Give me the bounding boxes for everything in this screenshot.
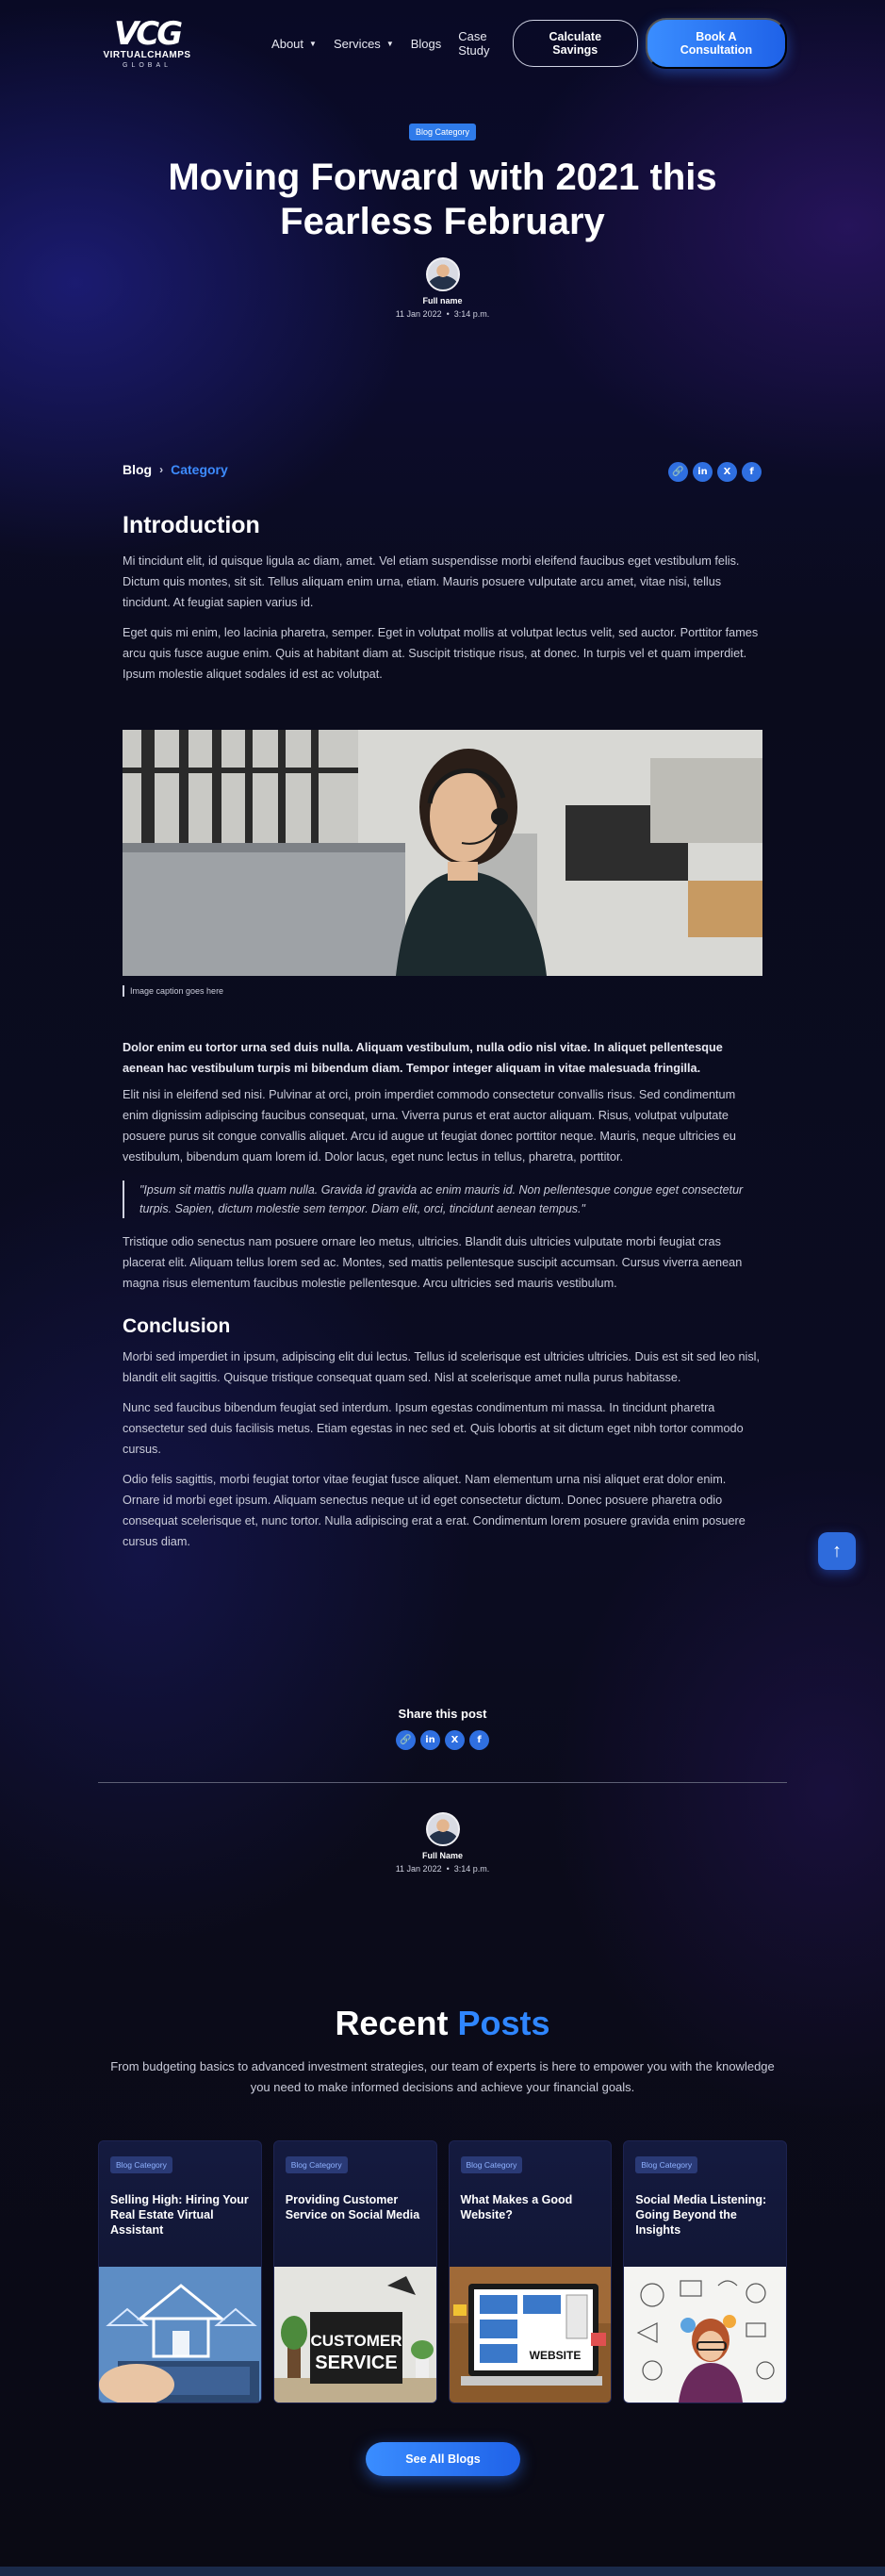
nav-item-services[interactable]: Services ▼ (334, 37, 394, 51)
card-category-badge: Blog Category (635, 2156, 698, 2173)
recent-posts-title: Recent Posts (0, 2004, 885, 2043)
call-center-photo (123, 730, 762, 976)
date-separator: • (444, 309, 454, 319)
image-caption: Image caption goes here (123, 985, 223, 997)
logo-name: VIRTUALCHAMPS (103, 49, 191, 60)
link-icon[interactable]: 🔗 (668, 462, 688, 482)
body-paragraph-2: Tristique odio senectus nam posuere orna… (123, 1235, 743, 1290)
share-section: Share this post 🔗 in X f (0, 1707, 885, 1750)
article-image (123, 730, 762, 976)
breadcrumb-current[interactable]: Category (171, 462, 228, 477)
see-all-blogs-button[interactable]: See All Blogs (366, 2442, 520, 2476)
linkedin-icon[interactable]: in (693, 462, 713, 482)
recent-posts-grid: Blog Category Selling High: Hiring Your … (98, 2140, 787, 2403)
card-category-badge: Blog Category (110, 2156, 172, 2173)
card-image-real-estate (99, 2267, 261, 2403)
lead-paragraph: Dolor enim eu tortor urna sed duis nulla… (123, 1041, 723, 1075)
post-time: 3:14 p.m. (453, 309, 490, 319)
arrow-up-icon: ↑ (832, 1540, 842, 1561)
card-image-customer-service: CUSTOMER SERVICE (273, 2267, 436, 2403)
nav-item-about[interactable]: About ▼ (271, 37, 317, 51)
recent-posts-description: From budgeting basics to advanced invest… (110, 2059, 775, 2094)
post-time: 3:14 p.m. (453, 1864, 490, 1874)
scroll-to-top-button[interactable]: ↑ (818, 1532, 856, 1570)
link-icon[interactable]: 🔗 (396, 1730, 416, 1750)
chevron-right-icon: › (159, 463, 164, 476)
card-title: Selling High: Hiring Your Real Estate Vi… (110, 2193, 249, 2237)
caret-down-icon: ▼ (385, 39, 394, 48)
post-card[interactable]: Blog Category What Makes a Good Website?… (448, 2140, 613, 2403)
logo-mark: VCG (113, 14, 183, 53)
author-footer: Full Name 11 Jan 2022 • 3:14 p.m. (0, 1812, 885, 1874)
site-logo[interactable]: VCG VIRTUALCHAMPS GLOBAL (98, 18, 196, 70)
facebook-icon[interactable]: f (742, 462, 762, 482)
recent-title-main: Recent (335, 2004, 449, 2042)
article-body: Dolor enim eu tortor urna sed duis nulla… (123, 1037, 762, 1552)
post-hero: Blog Category Moving Forward with 2021 t… (0, 123, 885, 319)
breadcrumb-root[interactable]: Blog (123, 462, 152, 477)
linkedin-icon[interactable]: in (420, 1730, 440, 1750)
facebook-icon[interactable]: f (469, 1730, 489, 1750)
sign-text-line-2: SERVICE (315, 2353, 397, 2373)
card-image-social-listening (624, 2267, 787, 2403)
recent-title-accent: Posts (457, 2004, 550, 2042)
site-header: VCG VIRTUALCHAMPS GLOBAL About ▼ Service… (98, 9, 787, 77)
page: VCG VIRTUALCHAMPS GLOBAL About ▼ Service… (0, 0, 885, 2576)
nav-item-blogs[interactable]: Blogs (411, 37, 442, 51)
intro-paragraph-1: Mi tincidunt elit, id quisque ligula ac … (123, 554, 740, 609)
footer-edge (0, 2567, 885, 2576)
author-name: Full name (422, 296, 463, 305)
main-nav: About ▼ Services ▼ Blogs Case Study (271, 29, 513, 58)
nav-item-label: About (271, 36, 304, 51)
pull-quote: "Ipsum sit mattis nulla quam nulla. Grav… (123, 1181, 762, 1218)
post-card[interactable]: Blog Category Providing Customer Service… (272, 2140, 437, 2403)
nav-item-case-study[interactable]: Case Study (458, 29, 512, 58)
intro-heading: Introduction (123, 512, 260, 538)
date-separator: • (444, 1864, 454, 1874)
x-icon[interactable]: X (445, 1730, 465, 1750)
post-date: 11 Jan 2022 • 3:14 p.m. (0, 1864, 885, 1874)
card-title: What Makes a Good Website? (460, 2193, 573, 2221)
conclusion-heading: Conclusion (123, 1315, 231, 1337)
card-title: Social Media Listening: Going Beyond the… (635, 2193, 767, 2237)
card-category-badge: Blog Category (460, 2156, 523, 2173)
recent-posts-header: Recent Posts From budgeting basics to ad… (0, 2004, 885, 2098)
nav-item-label: Services (333, 36, 381, 51)
caret-down-icon: ▼ (309, 39, 317, 48)
post-date-day: 11 Jan 2022 (395, 1864, 442, 1874)
logo-subtitle: GLOBAL (123, 61, 172, 69)
share-icons-bottom: 🔗 in X f (0, 1730, 885, 1750)
conclusion-paragraph-3: Odio felis sagittis, morbi feugiat torto… (123, 1473, 746, 1548)
card-image-website: WEBSITE (449, 2267, 612, 2403)
card-title: Providing Customer Service on Social Med… (285, 2193, 420, 2221)
share-title: Share this post (398, 1707, 487, 1721)
conclusion-paragraph-2: Nunc sed faucibus bibendum feugiat sed i… (123, 1401, 744, 1456)
author-avatar (425, 1812, 460, 1846)
post-date-day: 11 Jan 2022 (395, 309, 442, 319)
divider (98, 1782, 787, 1783)
post-date: 11 Jan 2022 • 3:14 p.m. (0, 309, 885, 319)
post-card[interactable]: Blog Category Social Media Listening: Go… (623, 2140, 787, 2403)
intro-paragraph-2: Eget quis mi enim, leo lacinia pharetra,… (123, 626, 759, 681)
nav-item-label: Blogs (410, 36, 442, 51)
author-name: Full Name (421, 1851, 463, 1860)
sign-text-line-1: CUSTOMER (310, 2332, 402, 2350)
card-category-badge: Blog Category (285, 2156, 348, 2173)
conclusion-paragraph-1: Morbi sed imperdiet in ipsum, adipiscing… (123, 1350, 761, 1384)
nav-item-label: Case Study (458, 29, 490, 58)
website-sign-text: WEBSITE (529, 2349, 581, 2362)
calculate-savings-button[interactable]: Calculate Savings (512, 20, 638, 67)
author-avatar (425, 257, 460, 291)
page-title: Moving Forward with 2021 this Fearless F… (168, 157, 717, 242)
category-badge[interactable]: Blog Category (408, 124, 477, 140)
x-icon[interactable]: X (717, 462, 737, 482)
breadcrumb: Blog › Category (123, 462, 228, 477)
book-consultation-button[interactable]: Book A Consultation (645, 18, 787, 69)
post-card[interactable]: Blog Category Selling High: Hiring Your … (98, 2140, 262, 2403)
share-icons-top: 🔗 in X f (668, 462, 762, 482)
article-intro: Introduction Mi tincidunt elit, id quisq… (123, 509, 762, 685)
body-paragraph-1: Elit nisi in eleifend sed nisi. Pulvinar… (123, 1088, 736, 1164)
